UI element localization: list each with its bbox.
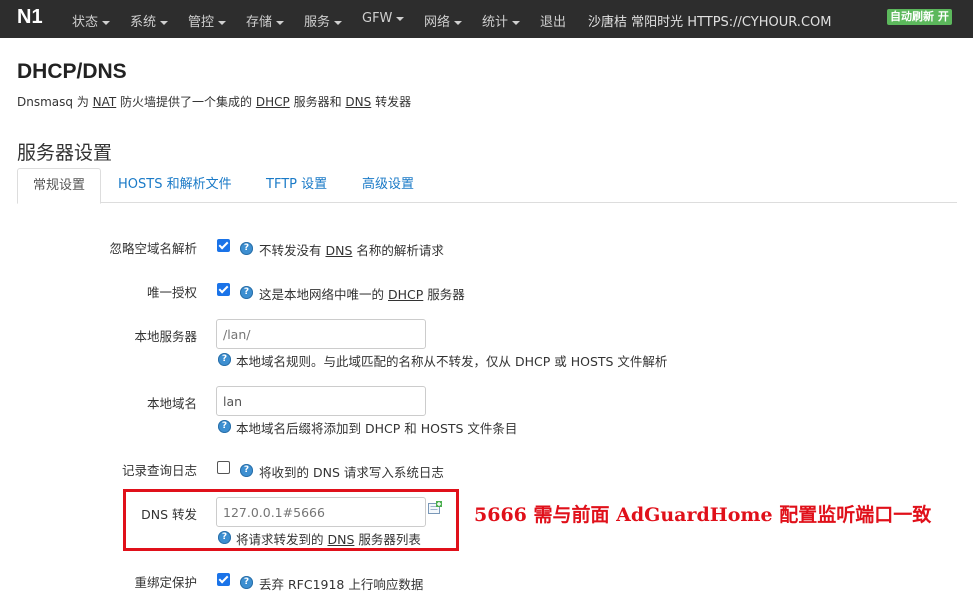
rebind-protection-desc: 丢弃 RFC1918 上行响应数据 [259, 577, 424, 592]
auto-refresh-badge[interactable]: 自动刷新 开 [887, 9, 952, 25]
nav-item-control[interactable]: 管控 [188, 11, 227, 30]
domain-needed-checkbox[interactable] [217, 239, 230, 252]
nav-item-system[interactable]: 系统 [130, 11, 169, 30]
caret-down-icon [512, 20, 521, 25]
caret-down-icon [102, 20, 111, 25]
tab-general[interactable]: 常规设置 [17, 168, 102, 204]
nav-item-status[interactable]: 状态 [72, 11, 111, 30]
help-icon[interactable]: ? [218, 420, 231, 433]
nav-item-logout[interactable]: 退出 [540, 11, 566, 30]
caret-down-icon [276, 20, 285, 25]
domain-needed-desc: 不转发没有 DNS 名称的解析请求 [259, 243, 444, 258]
help-icon[interactable]: ? [240, 286, 253, 299]
caret-down-icon [218, 20, 227, 25]
rebind-protection-label: 重绑定保护 [134, 575, 197, 590]
local-server-label: 本地服务器 [134, 329, 197, 344]
highlight-box [123, 489, 459, 551]
local-domain-label: 本地域名 [146, 396, 197, 411]
help-icon[interactable]: ? [218, 353, 231, 366]
annotation-text: 5666 需与前面 AdGuardHome 配置监听端口一致 [474, 504, 932, 526]
tab-tftp[interactable]: TFTP 设置 [266, 168, 327, 201]
page-title: DHCP/DNS [17, 60, 127, 83]
caret-down-icon [334, 20, 343, 25]
top-navbar: N1 状态 系统 管控 存储 服务 GFW 网络 统计 退出 沙唐桔 常阳时光 … [0, 0, 973, 38]
caret-down-icon [396, 16, 405, 21]
log-queries-label: 记录查询日志 [121, 463, 197, 478]
settings-tabs: 常规设置 HOSTS 和解析文件 TFTP 设置 高级设置 [17, 168, 957, 204]
nav-item-statistics[interactable]: 统计 [482, 11, 521, 30]
tab-hosts-resolv[interactable]: HOSTS 和解析文件 [118, 168, 232, 201]
nav-item-services[interactable]: 服务 [304, 11, 343, 30]
authoritative-label: 唯一授权 [146, 285, 197, 300]
brand-logo[interactable]: N1 [17, 6, 43, 29]
log-queries-desc: 将收到的 DNS 请求写入系统日志 [259, 465, 444, 480]
local-server-input[interactable] [216, 319, 426, 349]
page-description: Dnsmasq 为 NAT 防火墙提供了一个集成的 DHCP 服务器和 DNS … [17, 95, 412, 109]
local-domain-desc: 本地域名后缀将添加到 DHCP 和 HOSTS 文件条目 [236, 421, 518, 436]
log-queries-checkbox[interactable] [217, 461, 230, 474]
domain-needed-label: 忽略空域名解析 [109, 241, 197, 256]
hostname-text: 沙唐桔 常阳时光 HTTPS://CYHOUR.COM [588, 15, 832, 30]
local-domain-input[interactable] [216, 386, 426, 416]
tab-advanced[interactable]: 高级设置 [362, 168, 414, 201]
authoritative-checkbox[interactable] [217, 283, 230, 296]
local-server-desc: 本地域名规则。与此域匹配的名称从不转发，仅从 DHCP 或 HOSTS 文件解析 [236, 354, 668, 369]
nav-item-gfw[interactable]: GFW [362, 11, 405, 26]
rebind-protection-checkbox[interactable] [217, 573, 230, 586]
caret-down-icon [454, 20, 463, 25]
nav-item-network[interactable]: 网络 [424, 11, 463, 30]
nav-item-storage[interactable]: 存储 [246, 11, 285, 30]
help-icon[interactable]: ? [240, 242, 253, 255]
caret-down-icon [160, 20, 169, 25]
help-icon[interactable]: ? [240, 464, 253, 477]
help-icon[interactable]: ? [240, 576, 253, 589]
authoritative-desc: 这是本地网络中唯一的 DHCP 服务器 [259, 287, 465, 302]
section-title: 服务器设置 [17, 142, 113, 164]
